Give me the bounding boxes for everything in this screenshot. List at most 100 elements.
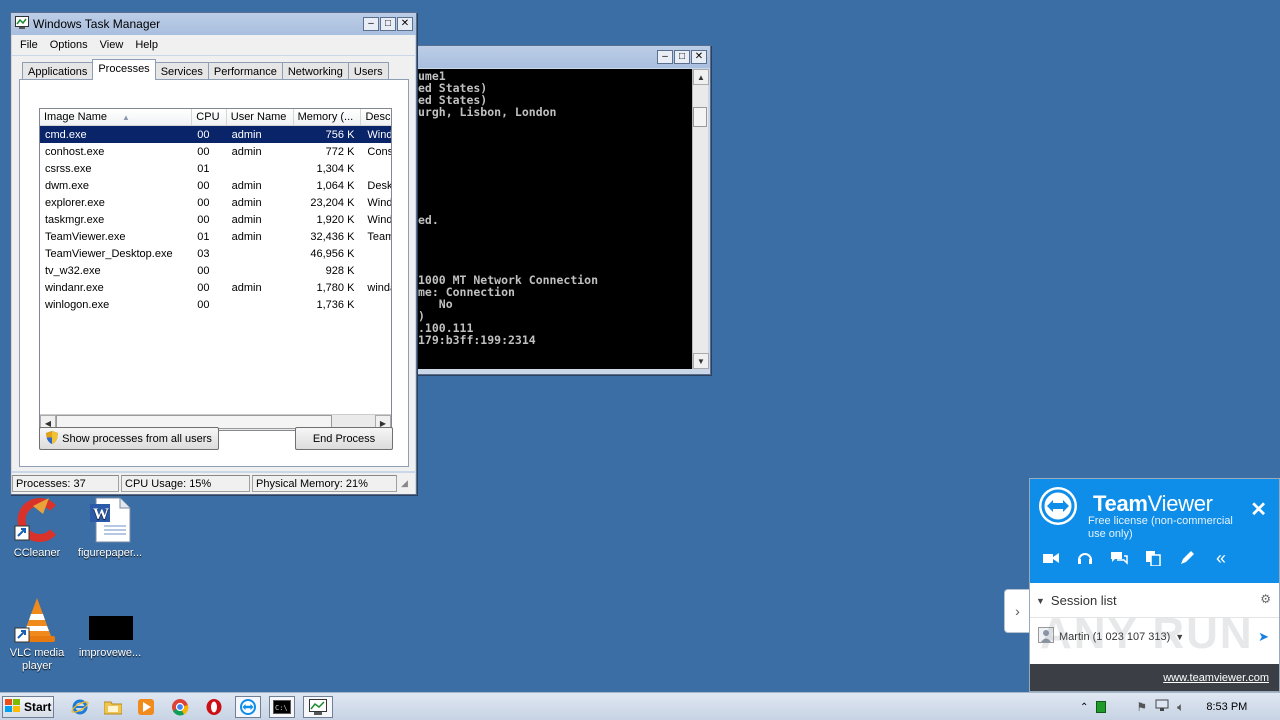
process-list[interactable]: Image Name ▲ CPU User Name Memory (... D… [39, 108, 392, 431]
teamviewer-icon[interactable] [235, 696, 261, 718]
opera-icon[interactable] [201, 696, 227, 718]
process-name: tv_w32.exe [45, 264, 101, 277]
process-description: Wind [367, 196, 391, 209]
tab-strip: Applications Processes Services Performa… [22, 59, 389, 80]
desktop-icon-vlc[interactable]: VLC media player [0, 596, 74, 673]
show-all-processes-button[interactable]: Show processes from all users [39, 427, 219, 450]
maximize-button[interactable]: □ [380, 17, 396, 31]
process-cpu: 00 [197, 264, 210, 277]
cmd-titlebar[interactable]: ‒ □ ✕ [411, 46, 710, 68]
menu-help[interactable]: Help [135, 39, 158, 51]
scroll-up-icon[interactable]: ▲ [693, 69, 709, 85]
chat-icon[interactable] [1110, 549, 1128, 567]
process-row[interactable]: csrss.exe 01 1,304 K [40, 160, 391, 177]
column-memory[interactable]: Memory (... [294, 109, 362, 125]
volume-icon[interactable]: 🔈︎ [1177, 700, 1184, 715]
tab-applications[interactable]: Applications [22, 62, 94, 80]
close-button[interactable]: ✕ [397, 17, 413, 31]
process-row[interactable]: tv_w32.exe 00 928 K [40, 262, 391, 279]
green-status-icon[interactable] [1096, 701, 1107, 713]
show-hidden-icons-icon[interactable]: ⌃ [1080, 702, 1088, 713]
teamviewer-footer: www.teamviewer.com [1030, 664, 1279, 691]
vertical-scrollbar[interactable]: ▲ ▼ [692, 69, 709, 369]
teamviewer-website-link[interactable]: www.teamviewer.com [1163, 672, 1269, 684]
chrome-icon[interactable] [167, 696, 193, 718]
close-button[interactable]: ✕ [691, 50, 707, 64]
resize-grip-icon[interactable]: ◢ [401, 478, 408, 489]
desktop-icon-label: improvewe... [78, 647, 142, 659]
column-image-name[interactable]: Image Name ▲ [40, 109, 193, 125]
process-row[interactable]: cmd.exe 00 admin 756 K Wind [40, 126, 391, 143]
media-player-icon[interactable] [133, 696, 159, 718]
start-button[interactable]: Start [2, 696, 54, 718]
task-manager-window[interactable]: Windows Task Manager ‒ □ ✕ File Options … [10, 12, 417, 495]
clock[interactable]: 8:53 PM [1206, 701, 1247, 713]
desktop-icon-figurepaper[interactable]: W figurepaper... [73, 496, 147, 560]
collapse-double-chevron-icon[interactable]: « [1212, 548, 1230, 568]
network-icon[interactable] [1155, 699, 1169, 715]
process-row[interactable]: winlogon.exe 00 1,736 K [40, 296, 391, 313]
console-line: urgh, Lisbon, London [418, 105, 557, 119]
window-title: Windows Task Manager [33, 17, 161, 31]
scroll-thumb[interactable] [693, 107, 707, 127]
headset-icon[interactable] [1076, 549, 1094, 567]
process-row[interactable]: explorer.exe 00 admin 23,204 K Wind [40, 194, 391, 211]
column-user-name[interactable]: User Name [227, 109, 294, 125]
menu-view[interactable]: View [100, 39, 124, 51]
task-manager-icon[interactable] [303, 696, 333, 718]
minimize-button[interactable]: ‒ [363, 17, 379, 31]
cmd-window[interactable]: ‒ □ ✕ ume1 ed States) ed States) urgh, Lisb… [410, 45, 711, 375]
process-row[interactable]: taskmgr.exe 00 admin 1,920 K Wind [40, 211, 391, 228]
internet-explorer-icon[interactable] [67, 696, 93, 718]
column-description[interactable]: Desc [361, 109, 391, 125]
uac-shield-icon [46, 430, 59, 447]
tab-performance[interactable]: Performance [207, 62, 283, 80]
desktop-icon-ccleaner[interactable]: CCleaner [0, 496, 74, 560]
console-output[interactable]: ume1 ed States) ed States) urgh, Lisbon, Lo… [417, 69, 692, 369]
teamviewer-panel[interactable]: TeamViewer Free license (non-commercial … [1029, 478, 1280, 692]
maximize-button[interactable]: □ [674, 50, 690, 64]
process-row[interactable]: TeamViewer_Desktop.exe 03 46,956 K [40, 245, 391, 262]
task-manager-titlebar[interactable]: Windows Task Manager ‒ □ ✕ [11, 13, 416, 35]
teamviewer-panel-toggle[interactable]: › [1004, 589, 1030, 633]
whiteboard-pen-icon[interactable] [1178, 549, 1196, 567]
process-row[interactable]: conhost.exe 00 admin 772 K Cons [40, 143, 391, 160]
process-memory: 1,780 K [316, 281, 355, 294]
blank-file-icon [86, 596, 134, 644]
video-camera-icon[interactable] [1042, 549, 1060, 567]
tab-processes[interactable]: Processes [92, 59, 156, 80]
desktop-icon-improvewe[interactable]: improvewe... [73, 596, 147, 660]
tab-networking[interactable]: Networking [281, 62, 349, 80]
start-label: Start [24, 700, 52, 714]
tab-users[interactable]: Users [347, 62, 389, 80]
cmd-icon[interactable]: C:\ [269, 696, 295, 718]
desktop-icon-label: CCleaner [13, 547, 61, 559]
process-memory: 928 K [325, 264, 355, 277]
process-description: Team [367, 230, 391, 243]
column-cpu[interactable]: CPU [192, 109, 227, 125]
cursor-arrow-icon[interactable]: ➤ [1258, 629, 1269, 645]
session-list-header[interactable]: ▼ Session list [1036, 593, 1117, 608]
end-process-button[interactable]: End Process [295, 427, 393, 450]
process-row[interactable]: windanr.exe 00 admin 1,780 K winda [40, 279, 391, 296]
gear-icon[interactable]: ⚙ [1260, 592, 1271, 606]
close-icon[interactable]: ✕ [1250, 497, 1267, 522]
process-name: csrss.exe [45, 162, 92, 175]
process-row[interactable]: TeamViewer.exe 01 admin 32,436 K Team [40, 228, 391, 245]
file-transfer-icon[interactable] [1144, 549, 1162, 567]
tab-services[interactable]: Services [154, 62, 209, 80]
process-row[interactable]: dwm.exe 00 admin 1,064 K Desk [40, 177, 391, 194]
menu-file[interactable]: File [20, 39, 38, 51]
action-center-flag-icon[interactable]: ⚑ [1136, 700, 1147, 714]
menu-options[interactable]: Options [50, 39, 88, 51]
process-memory: 1,920 K [316, 213, 355, 226]
minimize-button[interactable]: ‒ [657, 50, 673, 64]
explorer-folder-icon[interactable] [100, 696, 126, 718]
process-cpu: 01 [197, 230, 210, 243]
scroll-down-icon[interactable]: ▼ [693, 353, 709, 369]
